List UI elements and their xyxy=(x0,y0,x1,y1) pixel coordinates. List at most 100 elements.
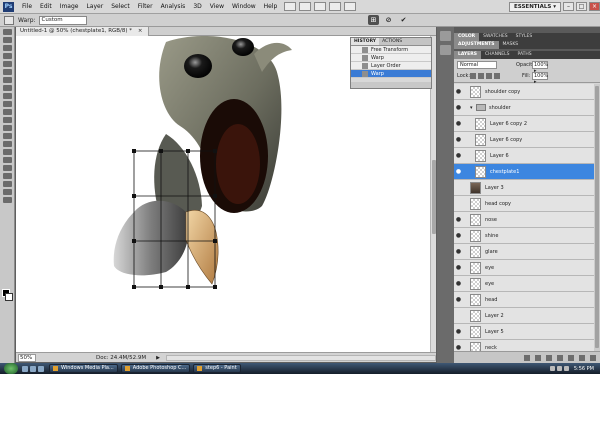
blur-tool-icon[interactable] xyxy=(2,125,12,131)
crop-tool-icon[interactable] xyxy=(2,61,12,67)
move-tool-icon[interactable] xyxy=(2,29,12,35)
visibility-eye-icon[interactable]: ● xyxy=(454,296,463,303)
tab-layers[interactable]: LAYERS xyxy=(454,51,481,59)
layers-scroll-thumb[interactable] xyxy=(595,86,599,348)
eyedropper-tool-icon[interactable] xyxy=(2,69,12,75)
tray-volume-icon[interactable] xyxy=(556,366,562,371)
visibility-eye-icon[interactable]: ● xyxy=(454,280,463,287)
blend-mode-select[interactable]: Normal xyxy=(457,61,497,69)
visibility-eye-icon[interactable]: ● xyxy=(454,168,463,175)
visibility-eye-icon[interactable]: ● xyxy=(454,136,463,143)
quick-launch-media-icon[interactable] xyxy=(38,365,44,372)
lasso-tool-icon[interactable] xyxy=(2,45,12,51)
fill-field[interactable]: 100% ▸ xyxy=(532,72,548,85)
bridge-button[interactable] xyxy=(284,2,297,11)
lock-position-icon[interactable] xyxy=(486,73,492,79)
healing-brush-tool-icon[interactable] xyxy=(2,77,12,83)
visibility-eye-icon[interactable]: ● xyxy=(454,152,463,159)
3d-rotate-tool-icon[interactable] xyxy=(2,173,12,179)
visibility-eye-icon[interactable]: ● xyxy=(454,344,463,351)
actions-panel-icon[interactable] xyxy=(440,45,451,55)
path-select-tool-icon[interactable] xyxy=(2,157,12,163)
menu-window[interactable]: Window xyxy=(228,3,260,10)
new-group-icon[interactable] xyxy=(568,354,574,361)
eraser-tool-icon[interactable] xyxy=(2,109,12,115)
status-menu-arrow-icon[interactable]: ▶ xyxy=(156,355,160,361)
layer-row[interactable]: ● shoulder copy xyxy=(454,84,594,100)
menu-filter[interactable]: Filter xyxy=(134,3,157,10)
tab-masks[interactable]: MASKS xyxy=(499,41,523,49)
history-panel-icon[interactable] xyxy=(440,31,451,41)
zoom-field[interactable]: 50% xyxy=(18,353,36,362)
layer-row[interactable]: ● nose xyxy=(454,212,594,228)
visibility-eye-icon[interactable]: ● xyxy=(454,216,463,223)
document-close-icon[interactable]: × xyxy=(138,28,143,34)
link-layers-icon[interactable] xyxy=(524,354,530,361)
layer-row[interactable]: ● eye xyxy=(454,276,594,292)
document-tab[interactable]: Untitled-1 @ 50% (chestplate1, RGB/8) * … xyxy=(16,26,150,36)
lock-pixels-icon[interactable] xyxy=(478,73,484,79)
history-brush-tool-icon[interactable] xyxy=(2,101,12,107)
clone-stamp-tool-icon[interactable] xyxy=(2,93,12,99)
quick-launch-desktop-icon[interactable] xyxy=(30,365,36,372)
menu-select[interactable]: Select xyxy=(107,3,134,10)
visibility-eye-icon[interactable]: ● xyxy=(454,88,463,95)
history-item[interactable]: Warp xyxy=(351,54,431,62)
menu-analysis[interactable]: Analysis xyxy=(157,3,190,10)
adjustment-layer-icon[interactable] xyxy=(557,354,563,361)
menu-image[interactable]: Image xyxy=(56,3,83,10)
tab-styles[interactable]: STYLES xyxy=(512,33,537,41)
layer-row[interactable]: ● Layer 6 xyxy=(454,148,594,164)
layer-row[interactable]: ● Layer 5 xyxy=(454,324,594,340)
layer-row[interactable]: head copy xyxy=(454,196,594,212)
history-item[interactable]: Free Transform xyxy=(351,46,431,54)
taskbar-item-photoshop[interactable]: Adobe Photoshop C... xyxy=(120,364,191,373)
quick-launch-ie-icon[interactable] xyxy=(22,365,28,372)
layer-style-icon[interactable] xyxy=(535,354,541,361)
tab-color[interactable]: COLOR xyxy=(454,33,480,41)
gradient-tool-icon[interactable] xyxy=(2,117,12,123)
layer-row[interactable]: ● neck xyxy=(454,340,594,351)
mini-bridge-button[interactable] xyxy=(299,2,312,11)
new-layer-icon[interactable] xyxy=(579,354,585,361)
layer-row[interactable]: ● ▾ shoulder xyxy=(454,100,594,116)
canvas-scroll-thumb[interactable] xyxy=(432,160,436,234)
canvas-horizontal-scrollbar[interactable] xyxy=(165,354,436,361)
add-mask-icon[interactable] xyxy=(546,354,552,361)
zoom-tool-icon[interactable] xyxy=(2,197,12,203)
layer-row[interactable]: ● Layer 6 copy 2 xyxy=(454,116,594,132)
visibility-eye-icon[interactable]: ● xyxy=(454,120,463,127)
visibility-eye-icon[interactable]: ● xyxy=(454,104,463,111)
visibility-eye-icon[interactable]: ● xyxy=(454,232,463,239)
layer-row[interactable]: ● shine xyxy=(454,228,594,244)
shape-tool-icon[interactable] xyxy=(2,165,12,171)
layer-row[interactable]: Layer 3 xyxy=(454,180,594,196)
type-tool-icon[interactable] xyxy=(2,149,12,155)
layer-row[interactable]: Layer 2 xyxy=(454,308,594,324)
visibility-eye-icon[interactable]: ● xyxy=(454,328,463,335)
layer-row[interactable]: ● eye xyxy=(454,260,594,276)
taskbar-item-paint[interactable]: step6 - Paint xyxy=(193,364,241,373)
lock-transparency-icon[interactable] xyxy=(470,73,476,79)
close-button[interactable]: × xyxy=(589,2,600,11)
layer-row[interactable]: ● glare xyxy=(454,244,594,260)
warp-style-select[interactable]: Custom xyxy=(38,15,87,25)
pen-tool-icon[interactable] xyxy=(2,141,12,147)
delete-layer-icon[interactable] xyxy=(590,354,596,361)
dodge-tool-icon[interactable] xyxy=(2,133,12,139)
tray-security-icon[interactable] xyxy=(563,366,569,371)
taskbar-clock[interactable]: 5:56 PM xyxy=(574,366,594,372)
cancel-transform-icon[interactable]: ⊘ xyxy=(383,15,394,25)
history-item[interactable]: Layer Order xyxy=(351,62,431,70)
menu-3d[interactable]: 3D xyxy=(189,3,205,10)
lock-all-icon[interactable] xyxy=(494,73,500,79)
menu-file[interactable]: File xyxy=(18,3,36,10)
taskbar-item-media-player[interactable]: Windows Media Pla... xyxy=(49,364,118,373)
marquee-tool-icon[interactable] xyxy=(2,37,12,43)
arrange-documents-button[interactable] xyxy=(329,2,342,11)
tab-paths[interactable]: PATHS xyxy=(514,51,536,59)
tab-history[interactable]: HISTORY xyxy=(351,38,380,45)
visibility-eye-icon[interactable]: ● xyxy=(454,264,463,271)
brush-tool-icon[interactable] xyxy=(2,85,12,91)
maximize-button[interactable]: □ xyxy=(576,2,587,11)
